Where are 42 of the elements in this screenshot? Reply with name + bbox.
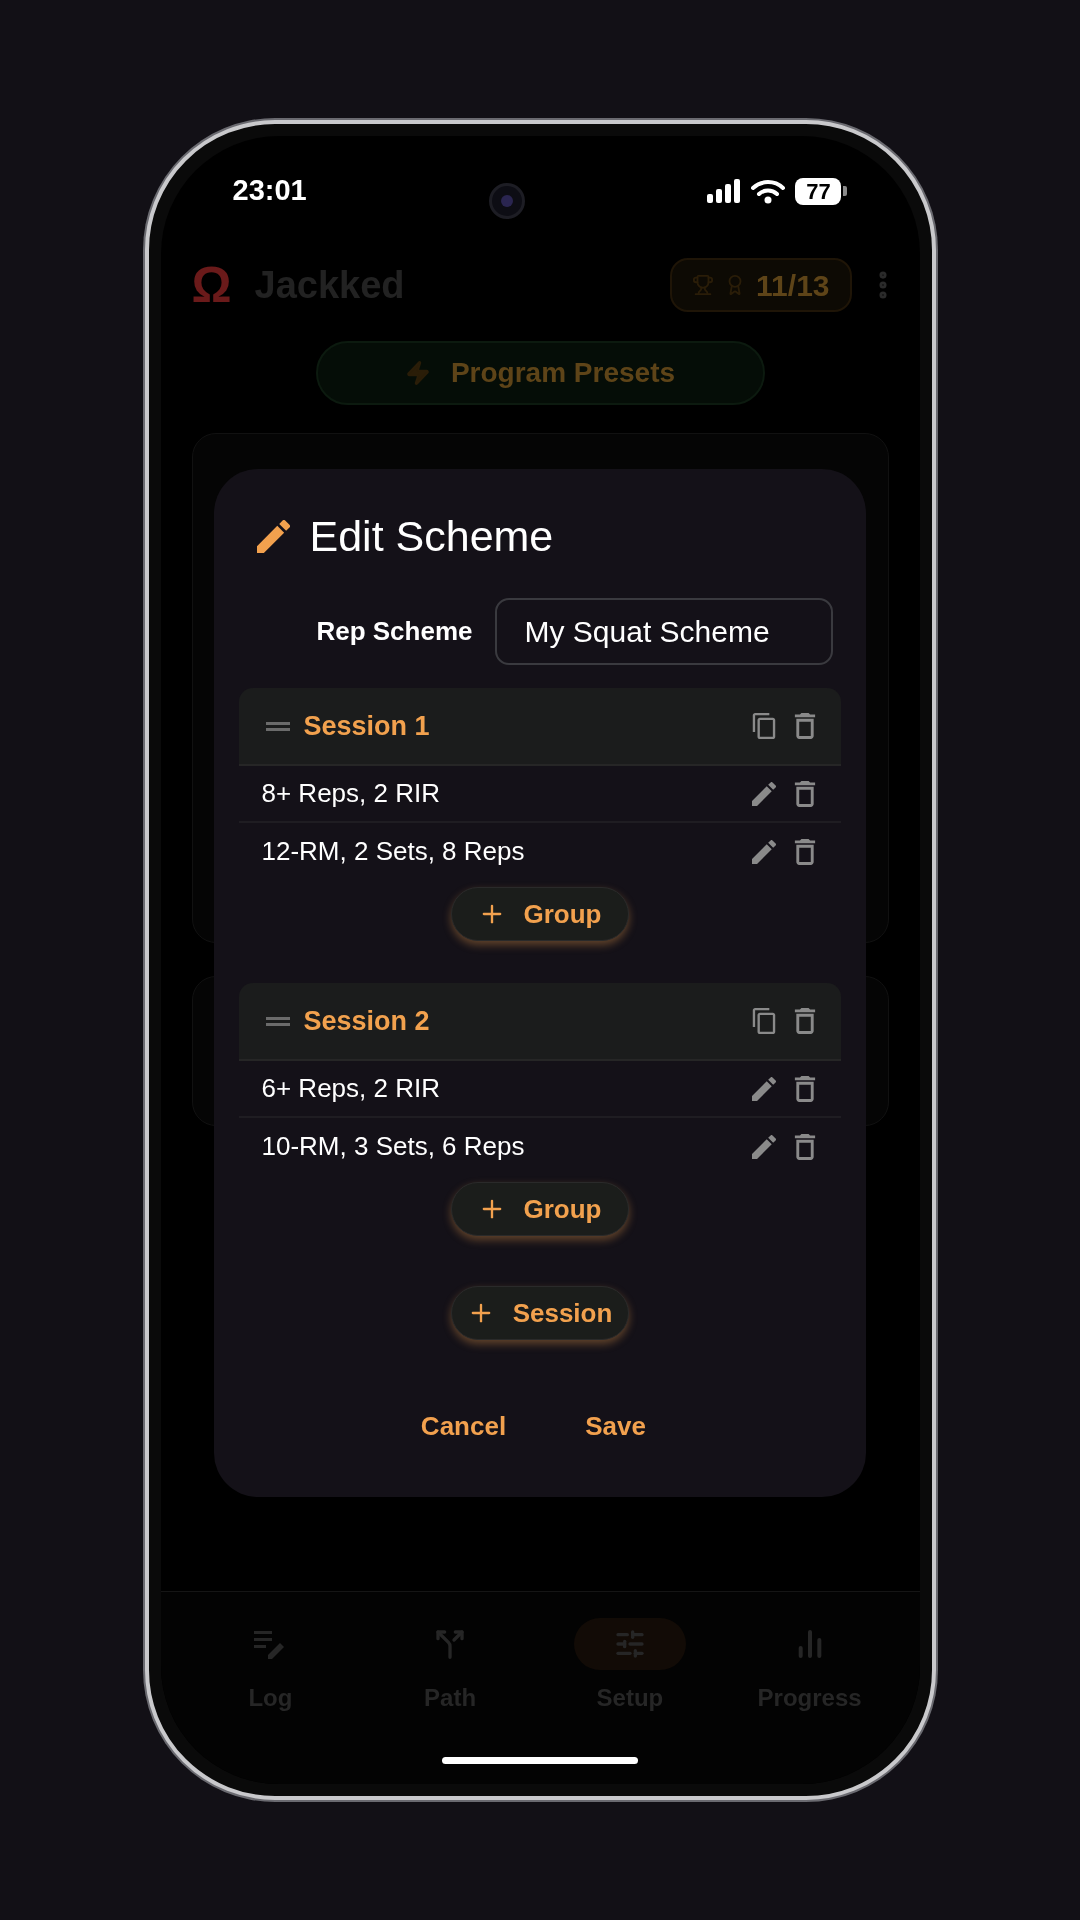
lightning-icon bbox=[404, 360, 431, 386]
program-presets-button[interactable]: Program Presets bbox=[315, 341, 765, 405]
dialog-title: Edit Scheme bbox=[309, 510, 554, 562]
status-time: 23:01 bbox=[232, 173, 307, 209]
pencil-icon bbox=[751, 1134, 776, 1159]
add-group-button[interactable]: Group bbox=[450, 887, 629, 941]
drag-handle-icon[interactable] bbox=[265, 1016, 290, 1026]
copy-icon[interactable] bbox=[751, 713, 776, 739]
trophy-badge[interactable]: 11/13 bbox=[670, 258, 852, 312]
dialog-button[interactable]: Save bbox=[545, 1401, 686, 1451]
group-label: 10-RM, 3 Sets, 6 Reps bbox=[261, 1130, 526, 1163]
list-pen-icon bbox=[254, 1629, 287, 1659]
trash-icon[interactable] bbox=[793, 838, 816, 865]
trash-icon[interactable] bbox=[793, 1008, 816, 1034]
group-label: 6+ Reps, 2 RIR bbox=[261, 1072, 441, 1105]
trash-icon[interactable] bbox=[793, 780, 816, 807]
signal-icon bbox=[707, 179, 742, 203]
pencil-icon bbox=[751, 781, 776, 806]
battery-indicator: 77 bbox=[795, 177, 848, 205]
session-title: Session 1 bbox=[303, 709, 431, 743]
add-group-button[interactable]: Group bbox=[450, 1182, 629, 1236]
sliders-icon bbox=[613, 1628, 646, 1660]
drag-handle-icon[interactable] bbox=[265, 721, 290, 731]
rep-scheme-field[interactable]: My Squat Scheme bbox=[494, 598, 833, 665]
add-session-button[interactable]: Session bbox=[450, 1286, 629, 1340]
pencil-icon bbox=[751, 1076, 776, 1101]
fork-arrows-icon bbox=[434, 1628, 467, 1660]
dialog-button[interactable]: Cancel bbox=[393, 1401, 534, 1451]
trophy-icon bbox=[692, 274, 715, 296]
session-title: Session 2 bbox=[303, 1004, 431, 1038]
field-label: Rep Scheme bbox=[316, 615, 473, 648]
app-logo: Ω bbox=[190, 255, 233, 315]
copy-icon[interactable] bbox=[751, 1008, 776, 1034]
trash-icon[interactable] bbox=[793, 1075, 816, 1102]
trash-icon[interactable] bbox=[793, 1133, 816, 1160]
pencil-icon bbox=[751, 839, 776, 864]
camera-lens bbox=[489, 183, 526, 219]
pencil-icon bbox=[256, 519, 290, 553]
group-label: 12-RM, 2 Sets, 8 Reps bbox=[261, 835, 526, 868]
wifi-icon bbox=[751, 178, 786, 204]
group-label: 8+ Reps, 2 RIR bbox=[261, 777, 441, 810]
trash-icon[interactable] bbox=[793, 713, 816, 739]
